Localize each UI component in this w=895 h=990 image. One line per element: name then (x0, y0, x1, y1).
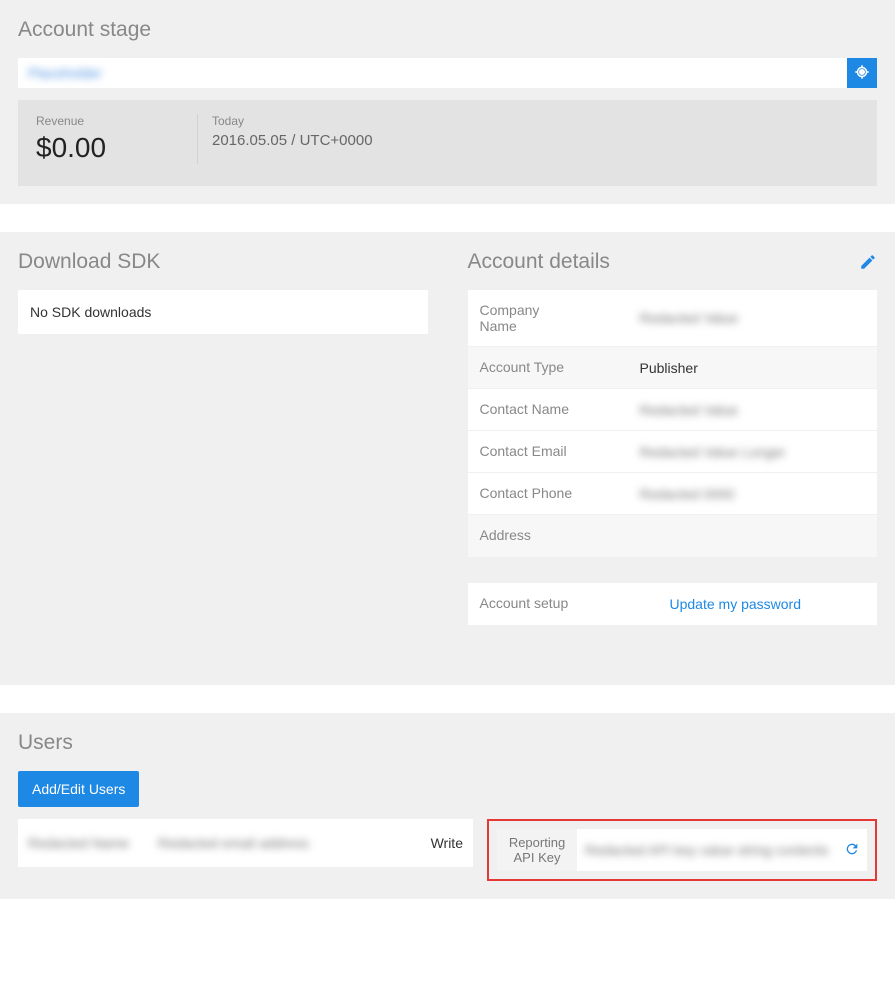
user-name-cell: Redacted Name (28, 835, 158, 851)
address-label: Address (468, 515, 628, 557)
pencil-icon (859, 258, 877, 274)
account-search-value: Placeholder (28, 65, 102, 81)
account-details-column: Account details Company Name Redacted Va… (468, 250, 878, 625)
company-name-label: Company Name (468, 290, 628, 346)
detail-row-contact-email: Contact Email Redacted Value Longer (468, 431, 878, 473)
revenue-label: Revenue (36, 114, 189, 128)
contact-email-value: Redacted Value Longer (628, 431, 878, 472)
target-icon (853, 63, 871, 84)
account-setup-value: Update my password (658, 583, 878, 625)
download-sdk-column: Download SDK No SDK downloads (18, 250, 428, 625)
account-stage-title: Account stage (18, 18, 877, 42)
reporting-api-key-label: Reporting API Key (497, 829, 577, 871)
account-details-list: Company Name Redacted Value Account Type… (468, 290, 878, 625)
detail-row-contact-name: Contact Name Redacted Value (468, 389, 878, 431)
update-password-link[interactable]: Update my password (670, 596, 802, 612)
users-table-row: Redacted Name Redacted email address Wri… (18, 819, 473, 867)
account-stage-panel: Account stage Placeholder Revenue $0.00 … (0, 0, 895, 204)
account-search-button[interactable] (847, 58, 877, 88)
revenue-block: Revenue $0.00 (28, 114, 198, 164)
address-value (628, 515, 878, 557)
edit-account-details-button[interactable] (859, 253, 877, 271)
contact-phone-label: Contact Phone (468, 473, 628, 514)
account-stats-row: Revenue $0.00 Today 2016.05.05 / UTC+000… (18, 100, 877, 186)
download-sdk-title: Download SDK (18, 250, 160, 274)
contact-name-label: Contact Name (468, 389, 628, 430)
contact-phone-value: Redacted 0000 (628, 473, 878, 514)
account-type-value: Publisher (628, 347, 878, 388)
sdk-details-panel: Download SDK No SDK downloads Account de… (0, 232, 895, 685)
user-email-cell: Redacted email address (158, 835, 403, 851)
reporting-api-key-box: Reporting API Key Redacted API key value… (487, 819, 877, 881)
account-search-input[interactable]: Placeholder (18, 58, 847, 88)
add-edit-users-button[interactable]: Add/Edit Users (18, 771, 139, 807)
detail-row-account-setup: Account setup Update my password (468, 583, 878, 625)
account-type-label: Account Type (468, 347, 628, 388)
today-value: 2016.05.05 / UTC+0000 (212, 132, 373, 149)
refresh-api-key-button[interactable] (837, 829, 867, 871)
download-sdk-empty: No SDK downloads (18, 290, 428, 334)
company-name-value: Redacted Value (628, 290, 878, 346)
detail-spacer (468, 557, 878, 583)
detail-row-contact-phone: Contact Phone Redacted 0000 (468, 473, 878, 515)
account-details-title: Account details (468, 250, 610, 274)
detail-row-address: Address (468, 515, 878, 557)
reporting-api-key-value: Redacted API key value string contents (577, 829, 837, 871)
today-block: Today 2016.05.05 / UTC+0000 (198, 114, 381, 164)
today-label: Today (212, 114, 373, 128)
refresh-icon (844, 841, 860, 860)
user-permission-cell: Write (403, 835, 463, 851)
detail-row-company: Company Name Redacted Value (468, 290, 878, 347)
users-area: Redacted Name Redacted email address Wri… (18, 819, 877, 881)
users-panel: Users Add/Edit Users Redacted Name Redac… (0, 713, 895, 899)
account-search-row: Placeholder (18, 58, 877, 88)
contact-name-value: Redacted Value (628, 389, 878, 430)
revenue-value: $0.00 (36, 132, 189, 164)
detail-row-account-type: Account Type Publisher (468, 347, 878, 389)
users-title: Users (18, 731, 877, 755)
contact-email-label: Contact Email (468, 431, 628, 472)
account-setup-label: Account setup (468, 583, 658, 625)
